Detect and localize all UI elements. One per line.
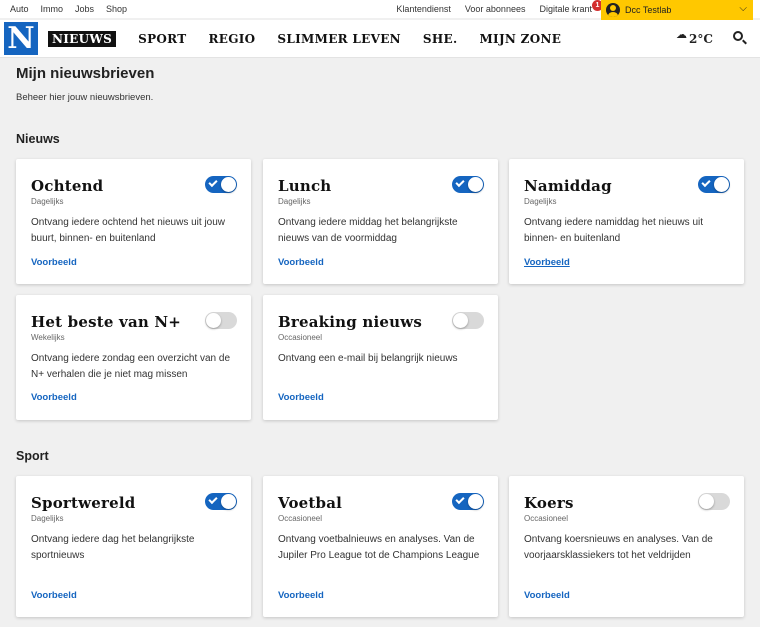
card-title: Breaking nieuws [278, 313, 422, 331]
user-avatar-icon [606, 3, 620, 17]
card-title: Lunch [278, 177, 332, 195]
preview-link[interactable]: Voorbeeld [524, 590, 570, 601]
preview-link[interactable]: Voorbeeld [31, 392, 77, 403]
user-menu[interactable]: Dcc Testlab ⌵ [601, 0, 753, 20]
check-icon [208, 177, 218, 188]
check-icon [701, 177, 711, 188]
preview-link[interactable]: Voorbeeld [278, 590, 324, 601]
nav-item-nieuws[interactable]: NIEUWS [48, 31, 117, 47]
card-frequency: Dagelijks [31, 197, 64, 206]
search-icon[interactable] [733, 31, 743, 41]
card-frequency: Dagelijks [278, 197, 311, 206]
link-shop[interactable]: Shop [106, 4, 127, 14]
link-voor-abonnees[interactable]: Voor abonnees [465, 4, 526, 14]
preview-link[interactable]: Voorbeeld [31, 257, 77, 268]
site-logo[interactable]: N [4, 22, 38, 55]
card-title: Koers [524, 494, 574, 512]
card-frequency: Dagelijks [524, 197, 557, 206]
preview-link[interactable]: Voorbeeld [31, 590, 77, 601]
digitale-krant-label: Digitale krant [539, 4, 592, 14]
preview-link[interactable]: Voorbeeld [278, 392, 324, 403]
card-description: Ontvang een e-mail bij belangrijk nieuws [278, 353, 458, 364]
card-description: Ontvang iedere dag het belangrijkste spo… [31, 534, 195, 561]
chevron-down-icon: ⌵ [739, 3, 747, 14]
newsletter-card-namiddag: Namiddag Dagelijks Ontvang iedere namidd… [509, 159, 744, 284]
page-subtitle: Beheer hier jouw nieuwsbrieven. [16, 92, 154, 103]
card-frequency: Occasioneel [524, 514, 569, 523]
nav-items: NIEUWS SPORT REGIO SLIMMER LEVEN SHE. MI… [48, 31, 561, 47]
card-title: Voetbal [278, 494, 343, 512]
section-title-sport: Sport [16, 449, 49, 463]
newsletter-card-breaking-nieuws: Breaking nieuws Occasioneel Ontvang een … [263, 295, 498, 420]
subscription-toggle[interactable] [698, 176, 730, 193]
preview-link[interactable]: Voorbeeld [278, 257, 324, 268]
nav-item-mijn-zone[interactable]: MIJN ZONE [479, 32, 561, 47]
nav-item-regio[interactable]: REGIO [208, 32, 255, 47]
nav-item-slimmer-leven[interactable]: SLIMMER LEVEN [277, 32, 401, 47]
weather-widget[interactable]: ☁ 2°C [676, 28, 713, 46]
subscription-toggle[interactable] [205, 176, 237, 193]
main-nav: N NIEUWS SPORT REGIO SLIMMER LEVEN SHE. … [0, 20, 760, 58]
subscription-toggle[interactable] [698, 493, 730, 510]
top-left-links: Auto Immo Jobs Shop [10, 4, 127, 14]
card-title: Sportwereld [31, 494, 136, 512]
card-title: Namiddag [524, 177, 612, 195]
card-frequency: Dagelijks [31, 514, 64, 523]
cloud-icon: ☁ [676, 29, 687, 41]
card-title: Ochtend [31, 177, 104, 195]
subscription-toggle[interactable] [452, 176, 484, 193]
temperature: 2°C [689, 32, 713, 46]
section-title-nieuws: Nieuws [16, 132, 60, 146]
preview-link[interactable]: Voorbeeld [524, 257, 570, 268]
newsletter-card-sportwereld: Sportwereld Dagelijks Ontvang iedere dag… [16, 476, 251, 617]
link-jobs[interactable]: Jobs [75, 4, 94, 14]
check-icon [208, 494, 218, 505]
check-icon [455, 494, 465, 505]
newsletter-card-ochtend: Ochtend Dagelijks Ontvang iedere ochtend… [16, 159, 251, 284]
page-title: Mijn nieuwsbrieven [16, 65, 155, 82]
card-description: Ontvang koersnieuws en analyses. Van de … [524, 534, 713, 561]
card-frequency: Occasioneel [278, 333, 323, 342]
card-description: Ontvang iedere middag het belangrijkste … [278, 217, 458, 244]
check-icon [455, 177, 465, 188]
newsletter-card-koers: Koers Occasioneel Ontvang koersnieuws en… [509, 476, 744, 617]
card-title: Het beste van N+ [31, 313, 182, 331]
link-immo[interactable]: Immo [41, 4, 64, 14]
nav-item-sport[interactable]: SPORT [138, 32, 186, 47]
link-auto[interactable]: Auto [10, 4, 29, 14]
newsletter-card-het-beste-van-n-plus: Het beste van N+ Wekelijks Ontvang ieder… [16, 295, 251, 420]
user-name: Dcc Testlab [625, 5, 672, 15]
subscription-toggle[interactable] [205, 493, 237, 510]
newsletter-card-lunch: Lunch Dagelijks Ontvang iedere middag he… [263, 159, 498, 284]
nav-item-she[interactable]: SHE. [423, 32, 458, 47]
subscription-toggle[interactable] [452, 312, 484, 329]
subscription-toggle[interactable] [205, 312, 237, 329]
card-frequency: Wekelijks [31, 333, 65, 342]
card-frequency: Occasioneel [278, 514, 323, 523]
card-description: Ontvang voetbalnieuws en analyses. Van d… [278, 534, 480, 561]
link-klantendienst[interactable]: Klantendienst [396, 4, 451, 14]
card-description: Ontvang iedere namiddag het nieuws uit b… [524, 217, 704, 244]
subscription-toggle[interactable] [452, 493, 484, 510]
card-description: Ontvang iedere ochtend het nieuws uit jo… [31, 217, 226, 244]
link-digitale-krant[interactable]: Digitale krant 1 [539, 0, 603, 14]
card-description: Ontvang iedere zondag een overzicht van … [31, 353, 231, 380]
top-right-links: Klantendienst Voor abonnees Digitale kra… [396, 0, 603, 14]
newsletter-card-voetbal: Voetbal Occasioneel Ontvang voetbalnieuw… [263, 476, 498, 617]
